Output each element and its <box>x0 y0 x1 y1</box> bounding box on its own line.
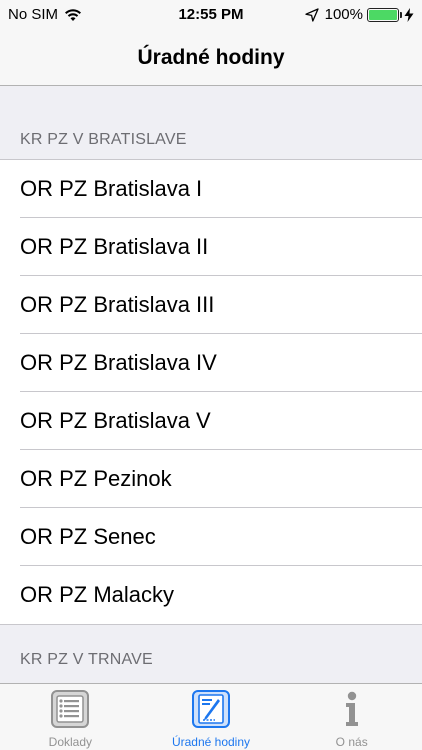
screen: No SIM 12:55 PM 100% Úradné hodiny KR PZ… <box>0 0 422 750</box>
list-item[interactable]: OR PZ Bratislava III <box>20 276 422 334</box>
list-item[interactable]: OR PZ Pezinok <box>20 450 422 508</box>
tab-doklady[interactable]: Doklady <box>0 684 141 750</box>
list-item[interactable]: OR PZ Bratislava II <box>20 218 422 276</box>
info-icon <box>345 691 358 726</box>
status-right: 100% <box>304 6 414 23</box>
navigation-bar: Úradné hodiny <box>0 30 422 86</box>
list-item[interactable]: OR PZ Bratislava IV <box>20 334 422 392</box>
list-item[interactable]: OR PZ Bratislava V <box>20 392 422 450</box>
charging-bolt-icon <box>404 7 414 22</box>
tab-bar: Doklady Úradné hodiny O nás <box>0 683 422 750</box>
location-arrow-icon <box>304 7 319 22</box>
status-bar: No SIM 12:55 PM 100% <box>0 0 422 30</box>
battery-fill <box>369 9 397 20</box>
list-item[interactable]: OR PZ Senec <box>20 508 422 566</box>
section-header-bratislava: KR PZ V BRATISLAVE <box>20 131 187 148</box>
tab-uradne-hodiny[interactable]: Úradné hodiny <box>141 684 282 750</box>
battery-percent: 100% <box>324 6 363 23</box>
section-header-trnava: KR PZ V TRNAVE <box>20 651 153 668</box>
tab-label: Úradné hodiny <box>171 735 251 749</box>
tab-o-nas[interactable]: O nás <box>281 684 422 750</box>
page-title: Úradné hodiny <box>137 45 285 69</box>
document-edit-icon <box>192 690 230 728</box>
battery-cap <box>400 11 402 18</box>
office-list[interactable]: KR PZ V BRATISLAVE OR PZ Bratislava I OR… <box>0 87 422 683</box>
list-bratislava: OR PZ Bratislava I OR PZ Bratislava II O… <box>0 159 422 625</box>
battery-icon <box>367 7 402 22</box>
tab-label: Doklady <box>48 735 93 749</box>
list-item[interactable]: OR PZ Malacky <box>20 566 422 624</box>
list-item[interactable]: OR PZ Bratislava I <box>20 160 422 218</box>
tab-label: O nás <box>335 735 368 749</box>
list-document-icon <box>51 690 90 728</box>
